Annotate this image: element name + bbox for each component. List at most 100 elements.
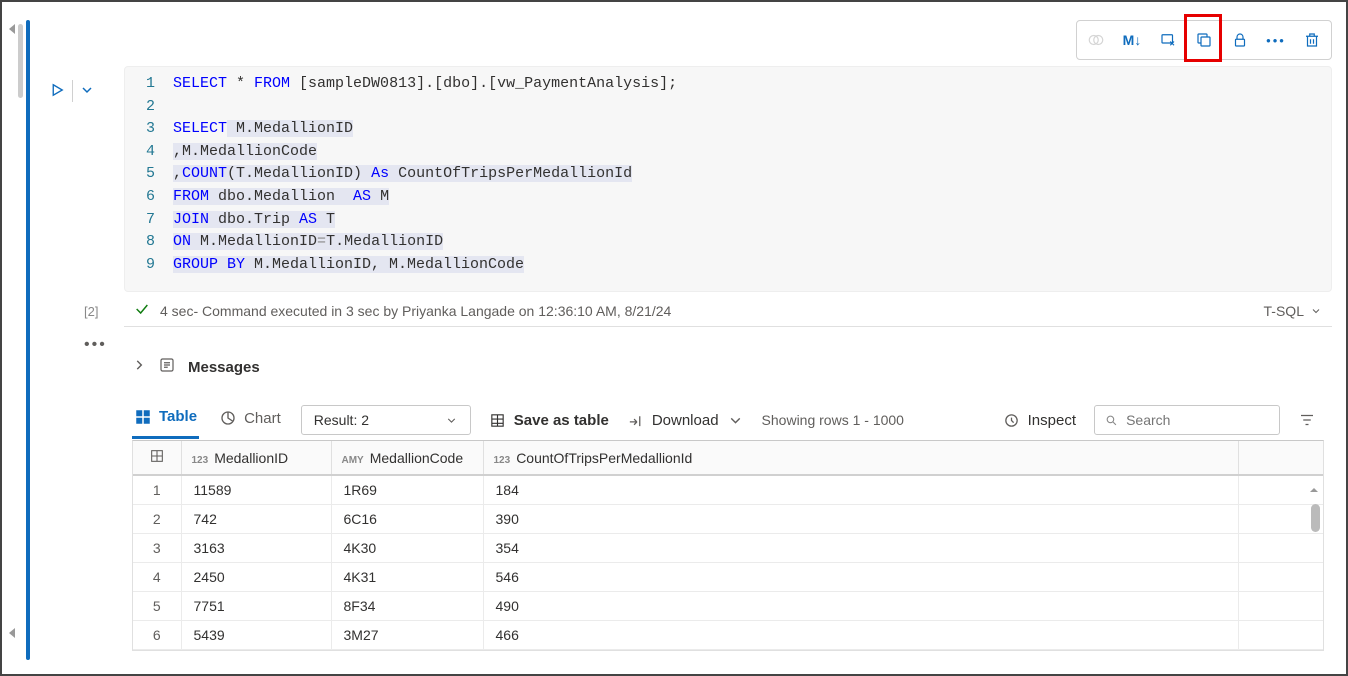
code-line[interactable]: 4,M.MedallionCode bbox=[125, 141, 1331, 164]
messages-label: Messages bbox=[188, 359, 260, 376]
filter-button[interactable] bbox=[1298, 411, 1316, 429]
merge-cell-button[interactable] bbox=[1187, 23, 1221, 57]
execution-duration: 4 sec bbox=[160, 303, 193, 319]
code-line[interactable]: 2 bbox=[125, 96, 1331, 119]
column-name: MedallionID bbox=[214, 450, 288, 466]
download-button[interactable]: Download bbox=[627, 412, 744, 429]
cell[interactable]: 11589 bbox=[181, 475, 331, 505]
code-editor[interactable]: 1SELECT * FROM [sampleDW0813].[dbo].[vw_… bbox=[124, 66, 1332, 292]
line-content: SELECT M.MedallionID bbox=[173, 118, 353, 141]
row-number: 1 bbox=[133, 475, 181, 505]
row-number: 6 bbox=[133, 621, 181, 650]
cell[interactable]: 4K30 bbox=[331, 534, 483, 563]
save-as-table-button[interactable]: Save as table bbox=[489, 412, 609, 429]
result-selector[interactable]: Result: 2 bbox=[301, 405, 471, 435]
result-selector-label: Result: 2 bbox=[314, 412, 369, 428]
line-number: 4 bbox=[125, 141, 173, 164]
cell-filler bbox=[1239, 534, 1323, 563]
cell[interactable]: 354 bbox=[483, 534, 1239, 563]
cell[interactable]: 7751 bbox=[181, 592, 331, 621]
copilot-button[interactable] bbox=[1079, 23, 1113, 57]
gutter-collapse-bottom-icon[interactable] bbox=[9, 628, 15, 638]
table-scroll-up-icon[interactable] bbox=[1308, 484, 1320, 499]
clear-output-button[interactable] bbox=[1151, 23, 1185, 57]
table-row[interactable]: 577518F34490 bbox=[133, 592, 1323, 621]
code-line[interactable]: 9GROUP BY M.MedallionID, M.MedallionCode bbox=[125, 254, 1331, 277]
column-header[interactable]: 123CountOfTripsPerMedallionId bbox=[483, 441, 1239, 475]
cell[interactable]: 3M27 bbox=[331, 621, 483, 650]
cell[interactable]: 3163 bbox=[181, 534, 331, 563]
run-cell-button[interactable] bbox=[48, 81, 66, 102]
tab-table[interactable]: Table bbox=[132, 402, 199, 439]
column-type-badge: AMY bbox=[342, 455, 364, 466]
code-line[interactable]: 1SELECT * FROM [sampleDW0813].[dbo].[vw_… bbox=[125, 73, 1331, 96]
tab-table-label: Table bbox=[159, 408, 197, 425]
cell-more-icon[interactable]: ••• bbox=[84, 336, 107, 354]
cell[interactable]: 6C16 bbox=[331, 505, 483, 534]
cell[interactable]: 5439 bbox=[181, 621, 331, 650]
column-header[interactable]: AMYMedallionCode bbox=[331, 441, 483, 475]
markdown-button[interactable]: M↓ bbox=[1115, 23, 1149, 57]
inspect-button[interactable]: Inspect bbox=[1003, 412, 1076, 429]
cell[interactable]: 2450 bbox=[181, 563, 331, 592]
cell[interactable]: 184 bbox=[483, 475, 1239, 505]
column-type-badge: 123 bbox=[494, 455, 511, 466]
line-number: 5 bbox=[125, 163, 173, 186]
code-line[interactable]: 6FROM dbo.Medallion AS M bbox=[125, 186, 1331, 209]
cell-filler bbox=[1239, 592, 1323, 621]
row-number: 3 bbox=[133, 534, 181, 563]
cell-filler bbox=[1239, 621, 1323, 650]
cell[interactable]: 390 bbox=[483, 505, 1239, 534]
delete-cell-button[interactable] bbox=[1295, 23, 1329, 57]
line-content: ON M.MedallionID=T.MedallionID bbox=[173, 231, 443, 254]
left-gutter bbox=[6, 2, 18, 674]
chevron-right-icon bbox=[132, 358, 146, 376]
code-line[interactable]: 5,COUNT(T.MedallionID) As CountOfTripsPe… bbox=[125, 163, 1331, 186]
cell-filler bbox=[1239, 563, 1323, 592]
tab-chart-label: Chart bbox=[244, 410, 281, 427]
messages-section-header[interactable]: Messages bbox=[132, 356, 260, 378]
success-check-icon bbox=[134, 301, 150, 320]
search-input-container bbox=[1094, 405, 1280, 435]
download-label: Download bbox=[652, 412, 719, 429]
line-number: 6 bbox=[125, 186, 173, 209]
gutter-collapse-top-icon[interactable] bbox=[9, 24, 15, 34]
line-content: ,COUNT(T.MedallionID) As CountOfTripsPer… bbox=[173, 163, 632, 186]
messages-icon bbox=[158, 356, 176, 378]
table-scrollbar-thumb[interactable] bbox=[1311, 504, 1320, 532]
cell[interactable]: 8F34 bbox=[331, 592, 483, 621]
line-content: ,M.MedallionCode bbox=[173, 141, 317, 164]
code-line[interactable]: 8ON M.MedallionID=T.MedallionID bbox=[125, 231, 1331, 254]
execution-status-bar: 4 sec - Command executed in 3 sec by Pri… bbox=[124, 295, 1332, 327]
inspect-label: Inspect bbox=[1028, 412, 1076, 429]
table-row[interactable]: 654393M27466 bbox=[133, 621, 1323, 650]
cell[interactable]: 4K31 bbox=[331, 563, 483, 592]
code-line[interactable]: 7JOIN dbo.Trip AS T bbox=[125, 209, 1331, 232]
scrollbar-thumb[interactable] bbox=[18, 24, 23, 98]
cell[interactable]: 742 bbox=[181, 505, 331, 534]
row-header-column[interactable] bbox=[133, 441, 181, 475]
row-number: 2 bbox=[133, 505, 181, 534]
column-header[interactable]: 123MedallionID bbox=[181, 441, 331, 475]
cell[interactable]: 1R69 bbox=[331, 475, 483, 505]
table-row[interactable]: 331634K30354 bbox=[133, 534, 1323, 563]
cell[interactable]: 466 bbox=[483, 621, 1239, 650]
table-row[interactable]: 27426C16390 bbox=[133, 505, 1323, 534]
table-row[interactable]: 1115891R69184 bbox=[133, 475, 1323, 505]
cell[interactable]: 546 bbox=[483, 563, 1239, 592]
lock-button[interactable] bbox=[1223, 23, 1257, 57]
table-row[interactable]: 424504K31546 bbox=[133, 563, 1323, 592]
cell-execution-count: [2] bbox=[84, 304, 98, 319]
search-input[interactable] bbox=[1126, 412, 1269, 428]
line-content: SELECT * FROM [sampleDW0813].[dbo].[vw_P… bbox=[173, 73, 677, 96]
column-header-filler bbox=[1239, 441, 1323, 475]
tab-chart[interactable]: Chart bbox=[217, 402, 283, 439]
results-table: 123MedallionIDAMYMedallionCode123CountOf… bbox=[132, 440, 1324, 651]
more-actions-button[interactable]: ••• bbox=[1259, 23, 1293, 57]
code-line[interactable]: 3SELECT M.MedallionID bbox=[125, 118, 1331, 141]
cell[interactable]: 490 bbox=[483, 592, 1239, 621]
run-options-button[interactable] bbox=[79, 82, 95, 101]
row-number: 5 bbox=[133, 592, 181, 621]
language-selector[interactable]: T-SQL bbox=[1264, 303, 1322, 319]
cell-selection-indicator bbox=[26, 20, 30, 660]
